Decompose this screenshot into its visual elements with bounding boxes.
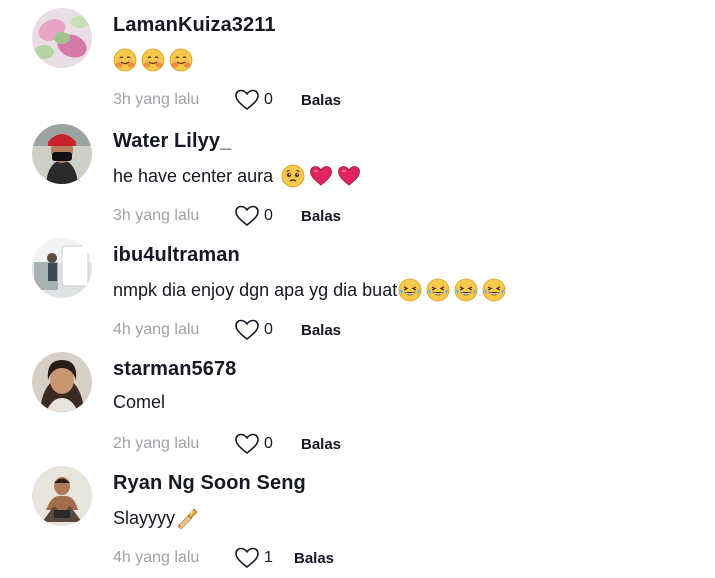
hug-emoji-icon (113, 48, 137, 72)
reply-button[interactable]: Balas (301, 208, 341, 225)
like-count: 1 (264, 549, 273, 566)
hug-emoji-icon (169, 48, 193, 72)
avatar[interactable] (32, 238, 92, 298)
comment-time: 3h yang lalu (113, 207, 200, 224)
reply-button[interactable]: Balas (301, 436, 341, 453)
avatar[interactable] (32, 352, 92, 412)
comment-text-content: he have center aura (113, 165, 274, 186)
heart-icon[interactable] (234, 432, 260, 456)
avatar[interactable] (32, 8, 92, 68)
comment-text: Slayyyy (113, 506, 199, 530)
nail-polish-emoji-icon (175, 506, 199, 530)
like-count: 0 (264, 207, 273, 224)
comment-meta: 3h yang lalu 0 Balas (113, 88, 341, 112)
comment-item: ibu4ultraman nmpk dia enjoy dgn apa yg d… (0, 238, 715, 350)
comment-item: Water Lilyy_ he have center aura 3h yang… (0, 124, 715, 236)
reply-button[interactable]: Balas (294, 550, 334, 567)
heart-emoji-icon (337, 164, 361, 188)
comment-meta: 2h yang lalu 0 Balas (113, 432, 341, 456)
comment-meta: 4h yang lalu 0 Balas (113, 318, 341, 342)
comment-text: he have center aura (113, 164, 361, 188)
like-count: 0 (264, 435, 273, 452)
comment-username[interactable]: Ryan Ng Soon Seng (113, 472, 306, 495)
reply-button[interactable]: Balas (301, 92, 341, 109)
comment-time: 4h yang lalu (113, 549, 200, 566)
comment-username[interactable]: ibu4ultraman (113, 244, 240, 267)
hug-emoji-icon (141, 48, 165, 72)
laughing-tears-emoji-icon (398, 278, 422, 302)
laughing-tears-emoji-icon (482, 278, 506, 302)
heart-icon[interactable] (234, 318, 260, 342)
comment-text-content: Comel (113, 392, 166, 412)
comment-username[interactable]: Water Lilyy_ (113, 130, 231, 153)
comment-item: LamanKuiza3211 3h yang lalu 0 Balas (0, 8, 715, 120)
like-count: 0 (264, 91, 273, 108)
comment-text: Comel (113, 392, 165, 413)
comment-item: starman5678 Comel 2h yang lalu 0 Balas (0, 352, 715, 464)
heart-emoji-icon (309, 164, 333, 188)
comment-meta: 3h yang lalu 0 Balas (113, 204, 341, 228)
heart-icon[interactable] (234, 546, 260, 570)
avatar[interactable] (32, 124, 92, 184)
comment-text: nmpk dia enjoy dgn apa yg dia buat (113, 278, 506, 302)
comment-meta: 4h yang lalu 1 Balas (113, 546, 334, 570)
comment-time: 3h yang lalu (113, 91, 200, 108)
comment-text (113, 48, 193, 72)
comment-username[interactable]: LamanKuiza3211 (113, 14, 276, 37)
comment-text-content: nmpk dia enjoy dgn apa yg dia buat (113, 279, 398, 300)
heart-icon[interactable] (234, 204, 260, 228)
avatar[interactable] (32, 466, 92, 526)
laughing-tears-emoji-icon (426, 278, 450, 302)
comment-time: 2h yang lalu (113, 435, 200, 452)
pleading-face-emoji-icon (281, 164, 305, 188)
comment-text-content: Slayyyy (113, 507, 176, 528)
like-count: 0 (264, 321, 273, 338)
heart-icon[interactable] (234, 88, 260, 112)
comment-username[interactable]: starman5678 (113, 358, 236, 381)
reply-button[interactable]: Balas (301, 322, 341, 339)
comment-item: Ryan Ng Soon Seng Slayyyy 4h yang lalu 1… (0, 466, 715, 578)
comment-time: 4h yang lalu (113, 321, 200, 338)
laughing-tears-emoji-icon (454, 278, 478, 302)
